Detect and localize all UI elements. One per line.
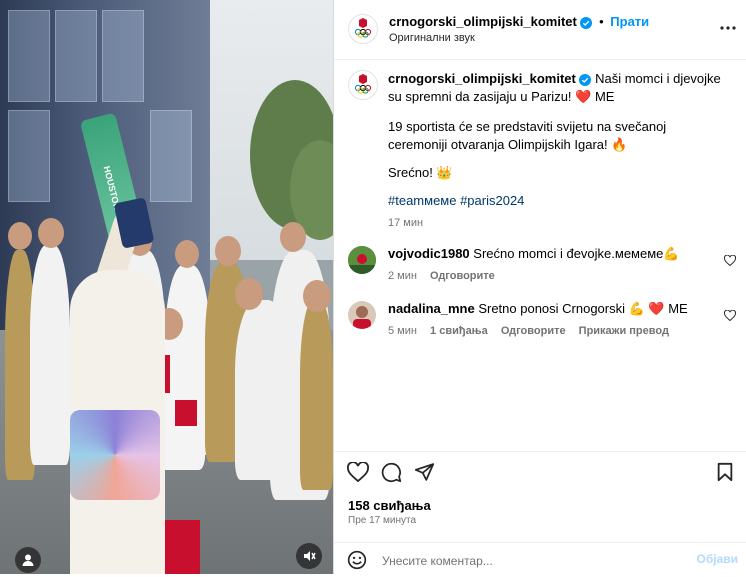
comment-translate-button[interactable]: Прикажи превод bbox=[579, 325, 669, 337]
comment-time[interactable]: 2 мин bbox=[388, 270, 417, 282]
commenter-avatar-image bbox=[348, 301, 376, 329]
likes-count[interactable]: 158 свиђања bbox=[348, 498, 431, 513]
person-head bbox=[175, 240, 199, 268]
person-head bbox=[303, 280, 331, 312]
verified-badge-icon bbox=[580, 16, 593, 29]
comment-icon[interactable] bbox=[381, 462, 402, 486]
account-avatar[interactable] bbox=[348, 14, 378, 44]
commenter-avatar[interactable] bbox=[348, 301, 376, 329]
caption-text: crnogorski_olimpijski_komitet Naši momci… bbox=[388, 70, 728, 232]
person-head bbox=[215, 236, 241, 266]
comment-like-icon[interactable] bbox=[723, 254, 737, 269]
post-header: crnogorski_olimpijski_komitet • Прати Ор… bbox=[334, 0, 746, 60]
window bbox=[150, 110, 192, 202]
share-icon[interactable] bbox=[414, 462, 435, 485]
montenegro-flag bbox=[160, 520, 200, 574]
comment-text: Srećno momci i đevojke.мемеме💪 bbox=[469, 246, 680, 261]
post-comment-button[interactable]: Објави bbox=[696, 552, 738, 566]
instagram-post: HOUSTON crnogorski_olimpijski_komitet • … bbox=[0, 0, 746, 574]
comment-username[interactable]: vojvodic1980 bbox=[388, 246, 470, 261]
separator-dot: • bbox=[599, 14, 604, 29]
commenter-avatar[interactable] bbox=[348, 246, 376, 274]
comment-body: nadalina_mne Sretno ponosi Crnogorski 💪 … bbox=[388, 301, 713, 339]
comment-meta: 2 мин Одговорите bbox=[388, 268, 713, 284]
caption-username[interactable]: crnogorski_olimpijski_komitet bbox=[388, 71, 576, 86]
person-head bbox=[38, 218, 64, 248]
montenegro-flag bbox=[175, 400, 197, 426]
post-media[interactable]: HOUSTON bbox=[0, 0, 333, 574]
emoji-icon[interactable] bbox=[347, 550, 367, 573]
dress-pattern bbox=[70, 410, 160, 500]
caption-avatar[interactable] bbox=[348, 70, 378, 100]
caption-line-2: 19 sportista će se predstaviti svijetu n… bbox=[388, 119, 667, 152]
post-actions: 158 свиђања Пре 17 минута Објави bbox=[334, 451, 746, 572]
audio-muted-icon[interactable] bbox=[296, 543, 322, 569]
person bbox=[30, 245, 70, 465]
follow-button[interactable]: Прати bbox=[610, 14, 649, 29]
person bbox=[300, 300, 333, 490]
account-username[interactable]: crnogorski_olimpijski_komitet bbox=[389, 14, 577, 29]
commenter-avatar-image bbox=[348, 246, 376, 274]
comment-time[interactable]: 5 мин bbox=[388, 325, 417, 337]
olympic-committee-logo-icon bbox=[354, 74, 372, 94]
comment-reply-button[interactable]: Одговорите bbox=[501, 325, 566, 337]
header-line: crnogorski_olimpijski_komitet • Прати bbox=[389, 14, 649, 29]
like-icon[interactable] bbox=[347, 461, 369, 485]
window bbox=[55, 10, 97, 102]
add-comment-bar: Објави bbox=[334, 542, 746, 577]
comment-input[interactable] bbox=[380, 550, 684, 572]
audio-label[interactable]: Оригинални звук bbox=[389, 32, 475, 44]
comment-text: Sretno ponosi Crnogorski 💪 ❤️ ME bbox=[474, 301, 688, 316]
save-icon[interactable] bbox=[716, 462, 734, 485]
verified-badge-icon bbox=[579, 73, 592, 86]
person-head bbox=[235, 278, 263, 310]
caption-time[interactable]: 17 мин bbox=[388, 214, 728, 232]
comment-body: vojvodic1980 Srećno momci i đevojke.меме… bbox=[388, 246, 713, 284]
post-time-ago[interactable]: Пре 17 минута bbox=[348, 515, 416, 526]
person-head bbox=[280, 222, 306, 252]
caption-hashtags[interactable]: #teamмеме #paris2024 bbox=[388, 192, 728, 210]
window bbox=[8, 110, 50, 202]
comment-reply-button[interactable]: Одговорите bbox=[430, 270, 495, 282]
comment-username[interactable]: nadalina_mne bbox=[388, 301, 475, 316]
window bbox=[8, 10, 50, 102]
caption-line-3: Srećno! 👑 bbox=[388, 165, 453, 180]
comment-meta: 5 мин 1 свиђања Одговорите Прикажи прево… bbox=[388, 323, 713, 339]
olympic-committee-logo-icon bbox=[354, 18, 372, 38]
person-head bbox=[8, 222, 32, 250]
post-side-panel: crnogorski_olimpijski_komitet • Прати Ор… bbox=[333, 0, 746, 574]
more-options-icon[interactable] bbox=[720, 18, 736, 33]
window bbox=[102, 10, 144, 102]
user-tag-icon[interactable] bbox=[15, 547, 41, 573]
comment-likes[interactable]: 1 свиђања bbox=[430, 325, 488, 337]
comment-like-icon[interactable] bbox=[723, 309, 737, 324]
